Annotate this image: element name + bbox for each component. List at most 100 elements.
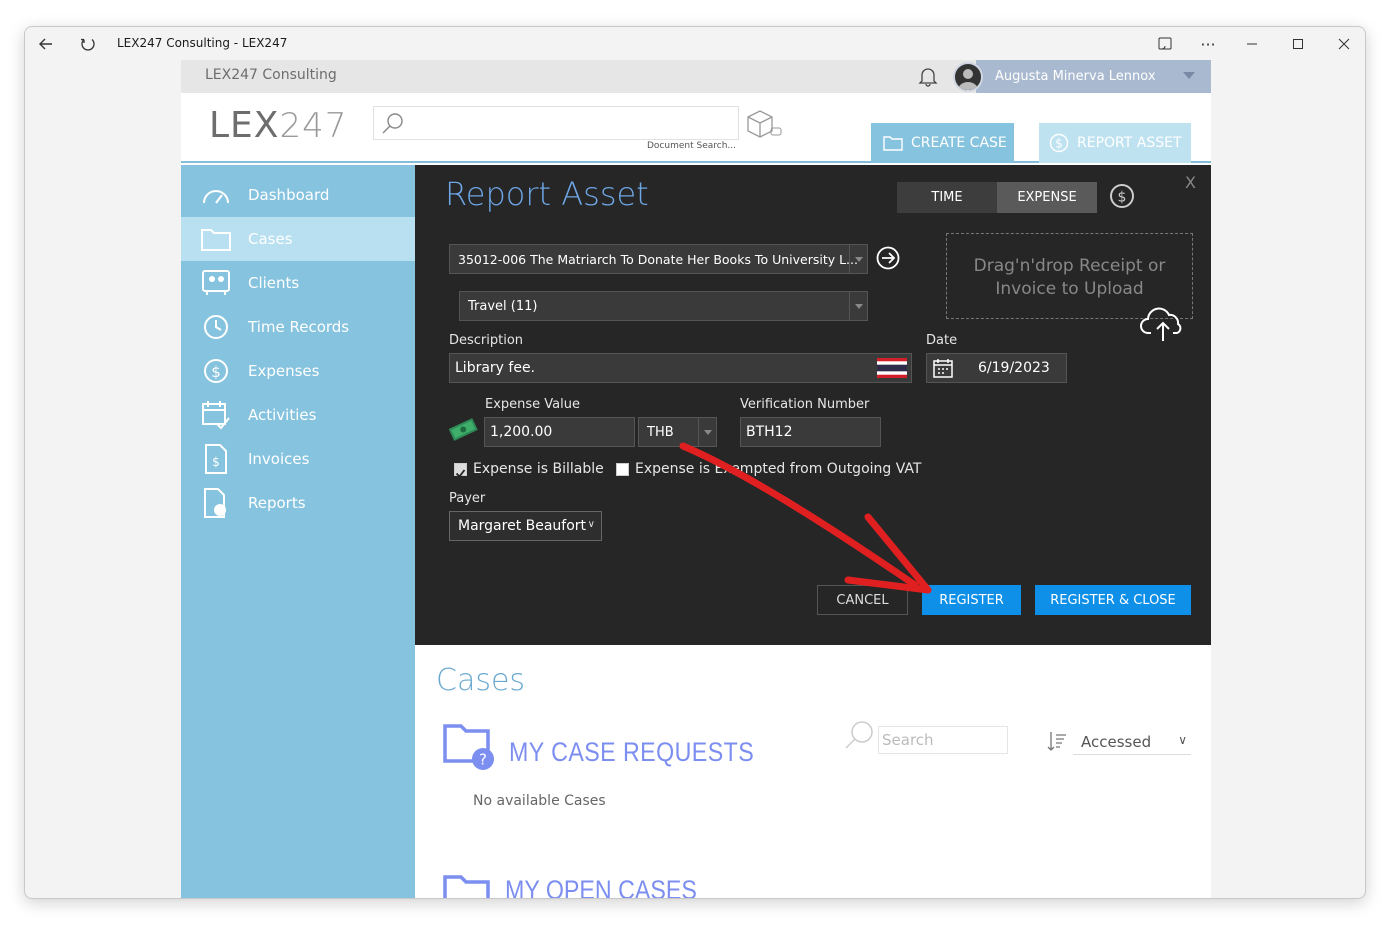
- verification-number-input[interactable]: BTH12: [740, 417, 881, 447]
- logo-tail: 247: [279, 106, 348, 146]
- search-icon: [382, 113, 403, 134]
- payer-label: Payer: [449, 491, 486, 506]
- toggle-expense[interactable]: EXPENSE: [997, 182, 1097, 213]
- app-content: LEX247 Consulting Augusta Minerva Lennox…: [181, 60, 1211, 898]
- cases-title: Cases: [436, 663, 526, 698]
- cases-search-input[interactable]: Search: [878, 726, 1008, 754]
- verification-number-value: BTH12: [746, 424, 793, 440]
- currency-dollar-icon[interactable]: $: [1109, 183, 1135, 209]
- invoice-icon: $: [201, 444, 231, 474]
- sidebar-item-label: Cases: [248, 230, 293, 248]
- company-name: LEX247 Consulting: [205, 67, 337, 83]
- user-name[interactable]: Augusta Minerva Lennox: [995, 69, 1156, 84]
- package-icon[interactable]: [744, 108, 784, 140]
- cast-icon[interactable]: [1154, 33, 1176, 55]
- case-select[interactable]: 35012-006 The Matriarch To Donate Her Bo…: [449, 244, 868, 274]
- svg-text:$: $: [1118, 190, 1127, 206]
- maximize-icon[interactable]: [1287, 33, 1309, 55]
- register-button[interactable]: REGISTER: [922, 585, 1021, 615]
- header: LEX247 Document Search... CREATE CASE $ …: [181, 93, 1211, 163]
- folder-icon: [443, 867, 499, 898]
- dollar-icon: $: [201, 356, 231, 386]
- sidebar-item-time-records[interactable]: Time Records: [181, 305, 415, 349]
- logo-main: LEX: [209, 105, 280, 146]
- dollar-icon: $: [1049, 133, 1069, 153]
- date-value: 6/19/2023: [978, 360, 1050, 376]
- report-chart-icon: [201, 488, 231, 518]
- currency-select[interactable]: THB: [638, 417, 717, 447]
- register-and-close-button[interactable]: REGISTER & CLOSE: [1035, 585, 1191, 615]
- svg-text:?: ?: [479, 751, 487, 769]
- document-search-label: Document Search...: [647, 141, 736, 151]
- sidebar-item-reports[interactable]: Reports: [181, 481, 415, 525]
- sort-icon[interactable]: [1046, 730, 1068, 752]
- calendar-icon[interactable]: [933, 358, 953, 378]
- dialog-title: Report Asset: [445, 175, 649, 213]
- cancel-button[interactable]: CANCEL: [817, 585, 908, 615]
- more-options-icon[interactable]: ···: [1197, 33, 1219, 55]
- sort-select[interactable]: Accessed ∨: [1073, 729, 1191, 755]
- billable-checkbox[interactable]: [454, 463, 467, 478]
- dropzone-text: Drag'n'drop Receipt or Invoice to Upload: [973, 256, 1166, 299]
- folder-icon: [883, 136, 903, 151]
- vat-exempt-checkbox[interactable]: [616, 463, 629, 476]
- sidebar-item-invoices[interactable]: $ Invoices: [181, 437, 415, 481]
- folder-icon: [201, 224, 231, 254]
- chevron-down-icon: ∨: [1178, 733, 1187, 747]
- svg-text:$: $: [212, 455, 220, 469]
- document-search-input[interactable]: [373, 106, 739, 140]
- chevron-down-icon: [698, 418, 716, 446]
- minimize-icon[interactable]: [1241, 33, 1263, 55]
- sidebar-item-dashboard[interactable]: Dashboard: [181, 173, 415, 217]
- payer-select[interactable]: Margaret Beaufort ∨: [449, 511, 602, 541]
- sidebar-item-clients[interactable]: Clients: [181, 261, 415, 305]
- date-input[interactable]: 6/19/2023: [926, 353, 1067, 383]
- bell-icon[interactable]: [917, 65, 939, 87]
- user-menu-chevron-icon[interactable]: [1183, 72, 1195, 79]
- chevron-down-icon: ∨: [587, 519, 595, 530]
- search-icon[interactable]: [842, 719, 876, 753]
- chevron-down-icon: [849, 292, 867, 320]
- category-select[interactable]: Travel (11): [459, 291, 868, 321]
- refresh-icon[interactable]: [77, 33, 99, 55]
- description-label: Description: [449, 333, 524, 348]
- thailand-flag-icon[interactable]: [877, 358, 907, 378]
- time-expense-toggle: TIME EXPENSE: [897, 182, 1097, 213]
- description-value: Library fee.: [455, 360, 536, 376]
- calendar-check-icon: [201, 400, 231, 430]
- toggle-time[interactable]: TIME: [897, 182, 997, 213]
- close-window-icon[interactable]: [1333, 33, 1355, 55]
- no-cases-text: No available Cases: [473, 793, 606, 809]
- title-bar: LEX247 Consulting - LEX247 ···: [25, 27, 1365, 60]
- create-case-button[interactable]: CREATE CASE: [871, 123, 1014, 163]
- sort-value: Accessed: [1081, 732, 1152, 751]
- sidebar-item-activities[interactable]: Activities: [181, 393, 415, 437]
- my-case-requests-heading: MY CASE REQUESTS: [509, 737, 755, 767]
- app-window: LEX247 Consulting - LEX247 ··· LEX247 Co…: [24, 26, 1366, 899]
- dialog-close-button[interactable]: X: [1185, 173, 1196, 192]
- expense-value-input[interactable]: 1,200.00: [484, 417, 635, 447]
- sidebar-item-label: Time Records: [248, 318, 350, 336]
- money-icon: [448, 414, 478, 444]
- currency-value: THB: [647, 424, 674, 440]
- back-arrow-icon[interactable]: [35, 33, 57, 55]
- avatar[interactable]: [953, 62, 983, 92]
- cloud-upload-icon[interactable]: [1139, 303, 1187, 343]
- go-arrow-icon[interactable]: [876, 246, 900, 270]
- svg-text:$: $: [1055, 137, 1063, 151]
- category-select-value: Travel (11): [468, 298, 538, 314]
- expense-value: 1,200.00: [490, 424, 553, 440]
- description-input[interactable]: Library fee.: [449, 353, 912, 383]
- sidebar-item-label: Invoices: [248, 450, 310, 468]
- case-select-value: 35012-006 The Matriarch To Donate Her Bo…: [458, 251, 858, 267]
- svg-text:$: $: [211, 363, 221, 381]
- report-asset-dialog: Report Asset X TIME EXPENSE $ 35012-006 …: [415, 165, 1211, 645]
- sidebar-item-expenses[interactable]: $ Expenses: [181, 349, 415, 393]
- top-strip: LEX247 Consulting Augusta Minerva Lennox: [181, 60, 1211, 93]
- sidebar: Dashboard Cases Clients Time Records $ E…: [181, 165, 415, 898]
- verification-number-label: Verification Number: [740, 397, 870, 412]
- lex247-logo: LEX247: [209, 105, 347, 146]
- report-asset-button[interactable]: $ REPORT ASSET: [1039, 123, 1191, 163]
- sidebar-item-label: Reports: [248, 494, 306, 512]
- sidebar-item-cases[interactable]: Cases: [181, 217, 415, 261]
